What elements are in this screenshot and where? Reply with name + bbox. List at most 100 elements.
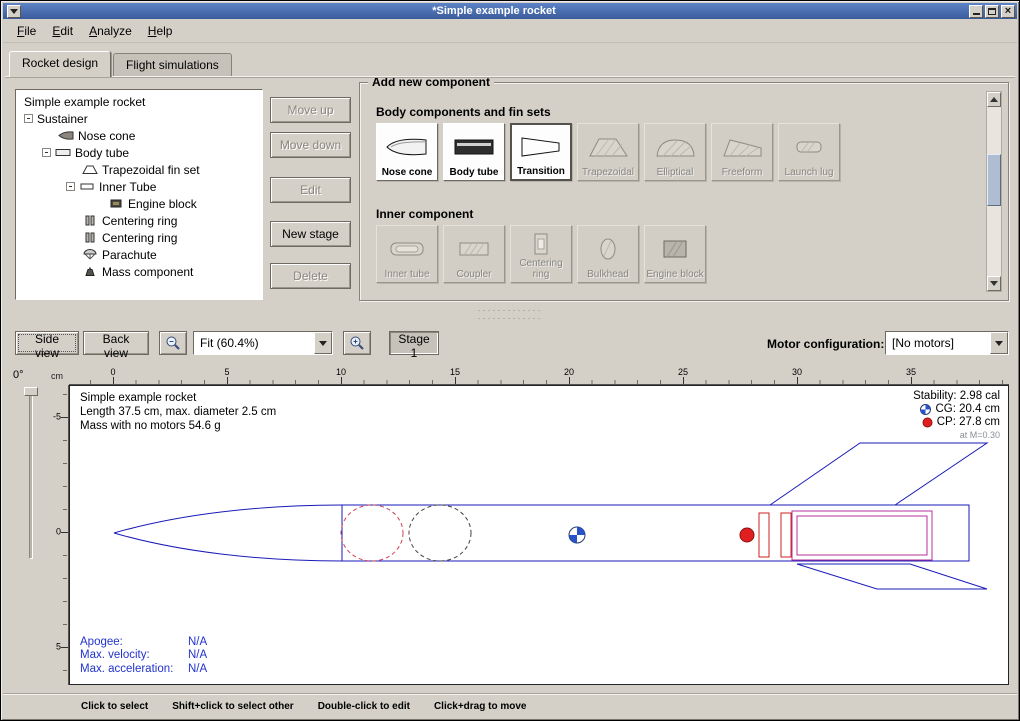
trapezoidal-fin-icon — [82, 164, 98, 175]
cg-value: CG: 20.4 cm — [935, 403, 1000, 416]
menu-analyze[interactable]: Analyze — [81, 21, 140, 41]
minimize-button[interactable] — [969, 5, 983, 18]
rocket-canvas[interactable]: Simple example rocket Length 37.5 cm, ma… — [69, 385, 1009, 685]
close-button[interactable]: × — [1001, 5, 1015, 18]
tree-row-fin-set[interactable]: Trapezoidal fin set — [18, 161, 260, 178]
splitter[interactable]: ·························· — [1, 306, 1019, 322]
arrow-up-icon — [990, 97, 998, 102]
tab-flight-simulations[interactable]: Flight simulations — [113, 53, 232, 77]
rocket-info: Simple example rocket Length 37.5 cm, ma… — [80, 391, 276, 433]
add-component-panel: Add new component Body components and fi… — [359, 82, 1009, 301]
menu-help[interactable]: Help — [140, 21, 181, 41]
status-bar: Click to select Shift+click to select ot… — [3, 694, 1017, 718]
rocket-name: Simple example rocket — [80, 391, 276, 405]
component-tree[interactable]: Simple example rocket Sustainer Nose con… — [15, 89, 263, 300]
motor-configuration-value: [No motors] — [886, 336, 990, 350]
rocket-mass: Mass with no motors 54.6 g — [80, 419, 276, 433]
collapse-icon[interactable] — [24, 114, 33, 123]
add-trapezoidal-fin-button: Trapezoidal — [577, 123, 639, 181]
dropdown-arrow-icon[interactable] — [990, 332, 1008, 354]
tree-row-inner-tube[interactable]: Inner Tube — [18, 178, 260, 195]
cg-legend-icon — [920, 404, 931, 415]
new-stage-button[interactable]: New stage — [270, 221, 351, 247]
window-menu-button[interactable] — [7, 5, 21, 18]
parachute-icon — [82, 249, 98, 260]
zoom-in-icon — [349, 335, 365, 351]
inner-components-row: Inner tube Coupler Centering ring Bulkhe… — [376, 225, 706, 283]
inner-tube-icon — [79, 181, 95, 192]
tab-rocket-design[interactable]: Rocket design — [9, 51, 111, 77]
scroll-up-button[interactable] — [987, 92, 1001, 107]
menu-file[interactable]: File — [9, 21, 44, 41]
apogee-label: Apogee: — [80, 636, 188, 650]
back-view-button[interactable]: Back view — [83, 331, 149, 355]
engine-block-icon — [653, 229, 697, 270]
rotation-slider-handle[interactable] — [24, 387, 38, 396]
hint-click-drag: Click+drag to move — [434, 701, 527, 712]
collapse-icon[interactable] — [66, 182, 75, 191]
elliptical-fin-icon — [653, 127, 697, 168]
add-centering-ring-button: Centering ring — [510, 225, 572, 283]
scroll-down-button[interactable] — [987, 276, 1001, 291]
add-body-tube-button[interactable]: Body tube — [443, 123, 505, 181]
tree-row-engine-block[interactable]: Engine block — [18, 195, 260, 212]
close-icon: × — [1005, 7, 1011, 16]
mass-component-icon — [82, 266, 98, 277]
zoom-in-button[interactable] — [343, 331, 371, 355]
minimize-icon — [973, 13, 980, 15]
tree-row-centering-ring-1[interactable]: Centering ring — [18, 212, 260, 229]
add-launch-lug-button: Launch lug — [778, 123, 840, 181]
transition-icon — [519, 128, 563, 167]
maximize-button[interactable] — [985, 5, 999, 18]
add-transition-button[interactable]: Transition — [510, 123, 572, 181]
scrollbar-thumb[interactable] — [987, 154, 1001, 206]
app-window: *Simple example rocket × File Edit Analy… — [0, 0, 1020, 721]
centering-ring-icon — [519, 229, 563, 259]
move-down-button: Move down — [270, 132, 351, 158]
add-nose-cone-button[interactable]: Nose cone — [376, 123, 438, 181]
tree-row-centering-ring-2[interactable]: Centering ring — [18, 229, 260, 246]
zoom-out-button[interactable] — [159, 331, 187, 355]
flight-data: Apogee:N/A Max. velocity:N/A Max. accele… — [80, 636, 207, 677]
centering-ring-icon — [82, 232, 98, 243]
nose-cone-icon — [58, 130, 74, 141]
menu-edit[interactable]: Edit — [44, 21, 81, 41]
rocket-viewer: 0° cm 0 5 10 15 20 25 30 35 -5 0 5 — [9, 365, 1013, 693]
dropdown-arrow-icon[interactable] — [314, 332, 332, 354]
zoom-out-icon — [165, 335, 181, 351]
tree-row-nose-cone[interactable]: Nose cone — [18, 127, 260, 144]
move-up-button: Move up — [270, 97, 351, 123]
edit-button: Edit — [270, 177, 351, 203]
stability-condition: at M=0.30 — [960, 429, 1000, 442]
max-acceleration-value: N/A — [188, 663, 207, 677]
add-elliptical-fin-button: Elliptical — [644, 123, 706, 181]
tree-row-rocket[interactable]: Simple example rocket — [18, 93, 260, 110]
collapse-icon[interactable] — [42, 148, 51, 157]
nose-cone-icon — [385, 127, 429, 168]
add-component-title: Add new component — [368, 75, 494, 89]
window-menu-icon — [10, 9, 18, 14]
zoom-select[interactable]: Fit (60.4%) — [193, 331, 333, 355]
rotation-slider-track[interactable] — [29, 391, 33, 559]
body-components-row: Nose cone Body tube Transition Trapezoid… — [376, 123, 840, 181]
motor-configuration-select[interactable]: [No motors] — [885, 331, 1009, 355]
stage-1-toggle[interactable]: Stage 1 — [389, 331, 439, 355]
menu-bar: File Edit Analyze Help — [3, 19, 1017, 43]
freeform-fin-icon — [720, 127, 764, 168]
main-tabs: Rocket design Flight simulations — [9, 51, 234, 77]
centering-ring-icon — [82, 215, 98, 226]
tree-row-parachute[interactable]: Parachute — [18, 246, 260, 263]
rotation-value: 0° — [13, 369, 24, 381]
side-view-button[interactable]: Side view — [15, 331, 79, 355]
tree-row-mass-component[interactable]: Mass component — [18, 263, 260, 280]
add-bulkhead-button: Bulkhead — [577, 225, 639, 283]
horizontal-ruler: 0 5 10 15 20 25 30 35 — [69, 365, 1009, 385]
title-bar[interactable]: *Simple example rocket × — [3, 3, 1017, 19]
cp-value: CP: 27.8 cm — [937, 416, 1000, 429]
tree-row-sustainer[interactable]: Sustainer — [18, 110, 260, 127]
motor-configuration-label: Motor configuration: — [767, 337, 884, 351]
body-tube-icon — [55, 147, 71, 158]
rocket-dimensions: Length 37.5 cm, max. diameter 2.5 cm — [80, 405, 276, 419]
component-panel-scrollbar[interactable] — [986, 91, 1002, 292]
tree-row-body-tube[interactable]: Body tube — [18, 144, 260, 161]
